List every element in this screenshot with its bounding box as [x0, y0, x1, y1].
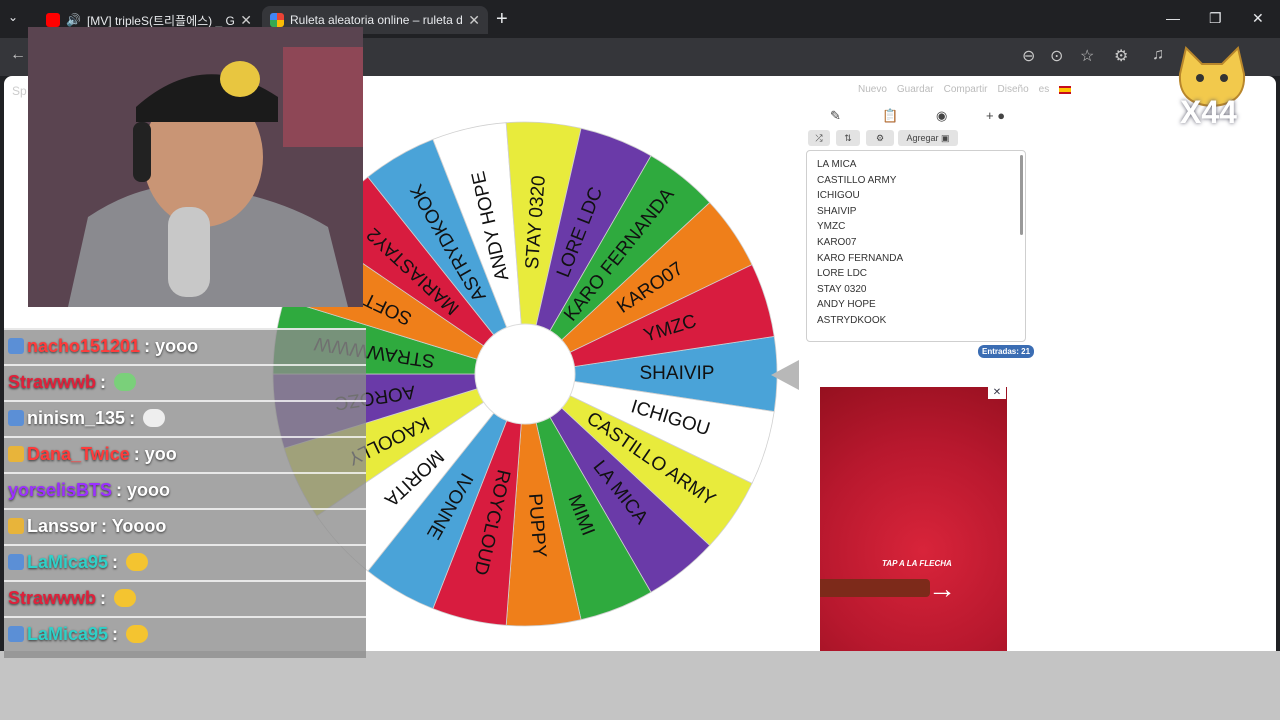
chat-username[interactable]: nacho151201	[27, 336, 140, 357]
chat-username[interactable]: LaMica95	[27, 624, 108, 645]
webcam-overlay	[28, 27, 363, 307]
add-button[interactable]: Agregar ▣	[898, 130, 958, 146]
chat-message: Dana_Twice: yoo	[4, 436, 366, 470]
chat-message: yorselisBTS: yooo	[4, 472, 366, 506]
entries-textarea[interactable]: LA MICA CASTILLO ARMY ICHIGOU SHAIVIP YMZC KA…	[806, 150, 1026, 342]
chat-message: Lanssor: Yoooo	[4, 508, 366, 542]
settings-button[interactable]: ⚙	[866, 130, 894, 146]
chat-username[interactable]: Lanssor	[27, 516, 97, 537]
close-ad-icon[interactable]: ✕	[988, 387, 1006, 399]
streamer-image	[28, 27, 363, 307]
entry-line: STAY 0320	[817, 283, 867, 295]
chat-message: Strawwwb:	[4, 364, 366, 398]
wheel-pointer-icon	[771, 360, 799, 390]
edit-icon[interactable]: ✎	[830, 108, 841, 124]
chat-message: LaMica95:	[4, 616, 366, 650]
emote-icon	[126, 625, 149, 643]
chat-text: :	[112, 623, 119, 644]
entry-line: ASTRYDKOOK	[817, 314, 887, 326]
chocolate-bar-image	[820, 579, 930, 597]
subscriber-badge-icon	[8, 410, 24, 426]
chat-text: :	[112, 551, 119, 572]
subscriber-badge-icon	[8, 554, 24, 570]
entry-line: ANDY HOPE	[817, 299, 876, 311]
chat-text: :	[100, 371, 107, 392]
entries-count-badge: Entradas: 21	[978, 345, 1035, 358]
wheel-center[interactable]	[474, 323, 576, 425]
subscriber-badge-icon	[8, 518, 24, 534]
chat-text: : yoo	[133, 443, 177, 464]
mascot-text: X44	[1180, 94, 1237, 130]
chat-text: : yooo	[144, 335, 199, 356]
bottom-overlay	[0, 651, 1280, 720]
entry-line: LORE LDC	[817, 268, 868, 280]
chat-message: ninism_135:	[4, 400, 366, 434]
chat-message: Strawwwb:	[4, 580, 366, 614]
chat-username[interactable]: Dana_Twice	[27, 444, 130, 465]
editor-tabs: ✎ 📋 ◉ + ●	[808, 106, 1028, 128]
entry-line: ICHIGOU	[817, 190, 860, 202]
cat-mascot-overlay: X44	[1172, 40, 1252, 132]
add-color-icon[interactable]: + ●	[986, 108, 1005, 123]
scrollbar[interactable]	[1020, 155, 1023, 235]
subscriber-badge-icon	[8, 446, 24, 462]
chat-username[interactable]: Strawwwb	[8, 588, 96, 609]
chat-username[interactable]: yorselisBTS	[8, 480, 112, 501]
entry-line: LA MICA	[817, 159, 857, 170]
chat-username[interactable]: Strawwwb	[8, 372, 96, 393]
sort-button[interactable]: ⇅	[836, 130, 860, 146]
emote-icon	[143, 409, 166, 427]
chat-message: nacho151201: yooo	[4, 328, 366, 362]
emote-icon	[114, 589, 137, 607]
entry-line: SHAIVIP	[817, 205, 857, 217]
hide-icon[interactable]: ◉	[936, 108, 947, 124]
entry-line: KARO07	[817, 236, 857, 248]
chat-text: : yooo	[116, 479, 171, 500]
clipboard-icon[interactable]: 📋	[882, 108, 898, 124]
ad-headline: TAP A LA FLECHA	[882, 559, 952, 568]
chat-text: :	[129, 407, 136, 428]
emote-icon	[126, 553, 149, 571]
emote-icon	[114, 373, 137, 391]
subscriber-badge-icon	[8, 626, 24, 642]
arrow-icon: →	[928, 573, 956, 604]
chat-text: : Yoooo	[101, 515, 167, 536]
chat-message: LaMica95:	[4, 544, 366, 578]
entry-line: CASTILLO ARMY	[817, 174, 897, 186]
chat-text: :	[100, 587, 107, 608]
chat-overlay: nacho151201: yooo Strawwwb: ninism_135: Dan…	[4, 328, 366, 658]
subscriber-badge-icon	[8, 338, 24, 354]
entry-line: YMZC	[817, 221, 846, 233]
entry-line: KARO FERNANDA	[817, 252, 904, 264]
wheel-segment-label: SHAIVIP	[640, 363, 715, 384]
shuffle-button[interactable]: ⤮	[808, 130, 830, 146]
chat-username[interactable]: ninism_135	[27, 408, 125, 429]
chat-username[interactable]: LaMica95	[27, 552, 108, 573]
